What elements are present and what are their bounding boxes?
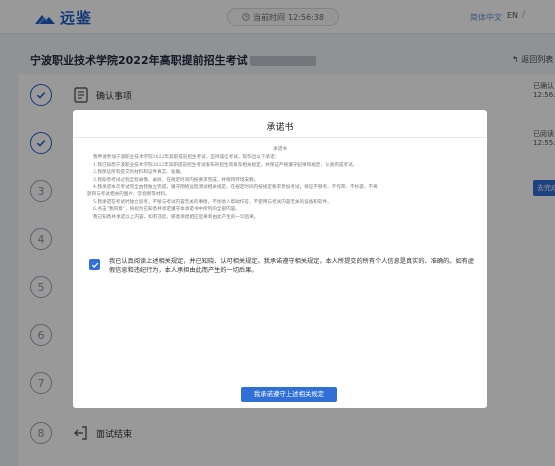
document-item: 1.我已知悉宁波职业技术学院2022年高职提前招生考试发布的招生简章及相关规定，… [93, 162, 358, 168]
document-heading: 承诺书 [273, 147, 287, 152]
confirm-pledge-button[interactable]: 我承诺遵守上述相关规定 [241, 387, 337, 402]
agreement-text: 我已认真阅读上述相关规定，并已知晓、认可相关规定。我承诺遵守相关规定，本人所提交… [109, 258, 475, 274]
checkmark-icon [91, 262, 98, 268]
document-item: 我已知悉并承诺以上内容，如有违反，愿意承担相应后果和由此产生的一切后果。 [93, 214, 259, 220]
document-item: 2.我保证所有提交的材料和证件真实、准确。 [93, 170, 185, 176]
document-item: 5.我承诺在考试时独立思考，不接与考试内容无关的事情，不找他人帮助作答，不使用与… [93, 199, 332, 205]
dialog-title: 承诺书 [266, 123, 294, 133]
document-item: 6.点击“我同意”，将视为已知悉并承诺遵守本承诺书中所列的全部内容。 [93, 207, 240, 213]
agreement-checkbox[interactable] [89, 259, 100, 270]
document-item: 题目与考试相关的图片、音视频等材料。 [87, 192, 170, 198]
document-intro: 我申请参加宁波职业技术学院2022年高职提前招生考试，坚持诚信考试，现作出以下承… [93, 155, 280, 161]
divider [73, 137, 487, 138]
document-item: 4.我承诺本次考试完全由我独立完成，遵守网络远程测试相关规定，在规定时间内按规定… [93, 185, 378, 191]
document-item: 3.我知悉考试过程全程录像、录屏，在规定时间内按要求完成，并保持环境安静。 [93, 177, 259, 183]
pledge-document: 承诺书 我申请参加宁波职业技术学院2022年高职提前招生考试，坚持诚信考试，现作… [87, 146, 473, 221]
pledge-dialog: 承诺书 承诺书 我申请参加宁波职业技术学院2022年高职提前招生考试，坚持诚信考… [73, 110, 487, 408]
